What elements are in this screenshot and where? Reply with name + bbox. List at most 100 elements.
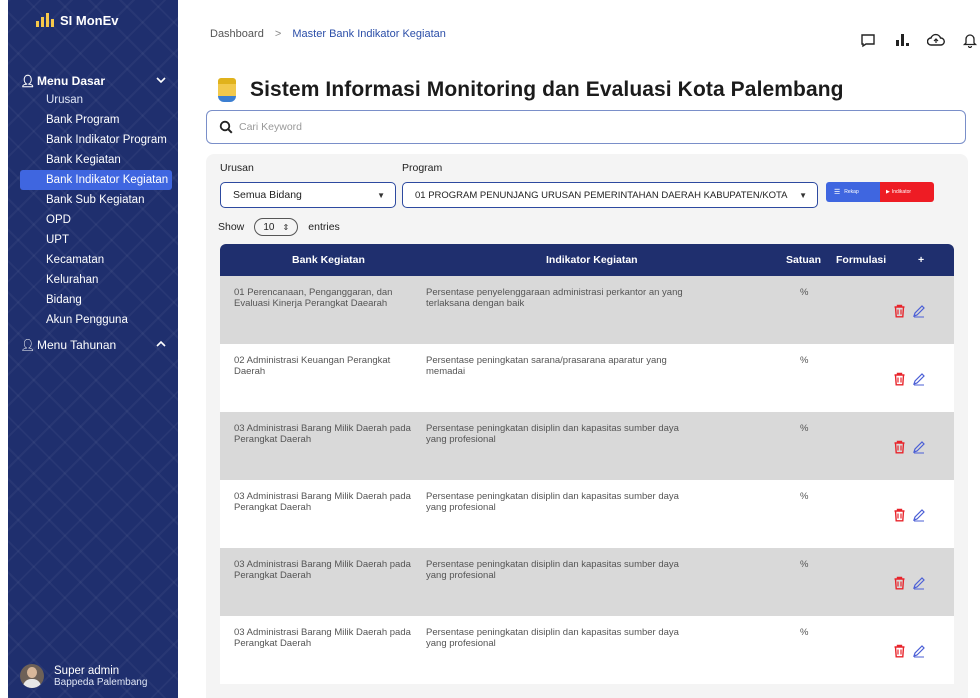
column-bank-kegiatan[interactable]: Bank Kegiatan (292, 254, 365, 266)
column-satuan[interactable]: Satuan (786, 254, 821, 266)
chevron-down-icon (156, 76, 166, 87)
menu-dasar-items: Urusan Bank Program Bank Indikator Progr… (8, 90, 178, 330)
updown-icon: ⇕ (282, 222, 290, 232)
sidebar-item-upt[interactable]: UPT (8, 230, 178, 250)
menu-dasar-icon: 👤︎ (20, 74, 36, 88)
list-icon: ☰ (834, 189, 841, 196)
brand-title: SI MonEv (60, 12, 119, 28)
cell-satuan: % (800, 491, 809, 502)
search-input[interactable] (239, 121, 939, 133)
data-panel: Urusan Semua Bidang ▼ Program 01 PROGRAM… (206, 154, 968, 698)
table-row: 03 Administrasi Barang Milik Daerah pada… (220, 616, 954, 684)
row-actions (892, 304, 932, 318)
brand[interactable]: SI MonEv (8, 0, 178, 40)
urusan-label: Urusan (220, 162, 254, 174)
trash-icon[interactable] (892, 576, 906, 590)
indikator-button[interactable]: ▶ Indikator (880, 182, 934, 202)
avatar (20, 664, 44, 688)
edit-icon[interactable] (912, 644, 926, 658)
cell-indikator-kegiatan: Persentase peningkatan disiplin dan kapa… (426, 491, 679, 513)
indikator-label: Indikator (891, 189, 912, 195)
entries-value: 10 (263, 221, 275, 233)
user-info: Super admin Bappeda Palembang (54, 665, 147, 688)
cell-indikator-kegiatan: Persentase peningkatan disiplin dan kapa… (426, 559, 679, 581)
user-org: Bappeda Palembang (54, 676, 148, 688)
data-table: Bank Kegiatan Indikator Kegiatan Satuan … (220, 244, 954, 684)
row-actions (892, 440, 932, 454)
sidebar-item-bank-sub-kegiatan[interactable]: Bank Sub Kegiatan (8, 190, 178, 210)
table-row: 03 Administrasi Barang Milik Daerah pada… (220, 412, 954, 480)
cell-bank-kegiatan: 03 Administrasi Barang Milik Daerah pada… (234, 423, 411, 445)
entries-select[interactable]: 10 ⇕ (254, 218, 299, 236)
breadcrumb: Dashboard > Master Bank Indikator Kegiat… (210, 28, 446, 40)
user-profile[interactable]: Super admin Bappeda Palembang (20, 664, 147, 688)
menu-tahunan-toggle[interactable]: 👤︎ Menu Tahunan (8, 336, 178, 354)
cell-satuan: % (800, 559, 809, 570)
cloud-icon[interactable] (926, 30, 946, 50)
sidebar-item-bank-indikator-kegiatan[interactable]: Bank Indikator Kegiatan (20, 170, 172, 190)
sidebar-item-opd[interactable]: OPD (8, 210, 178, 230)
sidebar-item-bank-program[interactable]: Bank Program (8, 110, 178, 130)
table-row: 03 Administrasi Barang Milik Daerah pada… (220, 548, 954, 616)
rekap-label: Rekap (844, 189, 859, 195)
sidebar-item-kecamatan[interactable]: Kecamatan (8, 250, 178, 270)
edit-icon[interactable] (912, 576, 926, 590)
search-bar (206, 110, 966, 144)
trash-icon[interactable] (892, 644, 906, 658)
edit-icon[interactable] (912, 304, 926, 318)
menu-dasar-toggle[interactable]: 👤︎ Menu Dasar (8, 72, 178, 90)
urusan-select[interactable]: Semua Bidang ▼ (220, 182, 396, 208)
edit-icon[interactable] (912, 508, 926, 522)
trash-icon[interactable] (892, 304, 906, 318)
search-icon (219, 120, 233, 134)
main-content: Sistem Informasi Monitoring dan Evaluasi… (178, 58, 980, 698)
sidebar-item-urusan[interactable]: Urusan (8, 90, 178, 110)
page-heading: Sistem Informasi Monitoring dan Evaluasi… (250, 78, 844, 101)
rekap-button[interactable]: ☰ Rekap (826, 182, 880, 202)
cell-satuan: % (800, 423, 809, 434)
table-row: 02 Administrasi Keuangan Perangkat Daera… (220, 344, 954, 412)
program-select[interactable]: 01 PROGRAM PENUNJANG URUSAN PEMERINTAHAN… (402, 182, 818, 208)
urusan-value: Semua Bidang (233, 189, 302, 201)
program-label: Program (402, 162, 443, 174)
chevron-up-icon (156, 340, 166, 351)
bell-icon[interactable] (960, 30, 980, 50)
trash-icon[interactable] (892, 440, 906, 454)
sidebar-item-bidang[interactable]: Bidang (8, 290, 178, 310)
menu-dasar-label: Menu Dasar (37, 74, 106, 88)
chart-icon[interactable] (892, 30, 912, 50)
breadcrumb-dashboard[interactable]: Dashboard (210, 28, 264, 40)
cell-bank-kegiatan: 03 Administrasi Barang Milik Daerah pada… (234, 627, 411, 649)
sidebar-item-bank-kegiatan[interactable]: Bank Kegiatan (8, 150, 178, 170)
cell-indikator-kegiatan: Persentase peningkatan disiplin dan kapa… (426, 627, 679, 649)
chat-icon[interactable] (858, 30, 878, 50)
trash-icon[interactable] (892, 508, 906, 522)
cell-indikator-kegiatan: Persentase penyelenggaraan administrasi … (426, 287, 683, 309)
trash-icon[interactable] (892, 372, 906, 386)
page-title: Sistem Informasi Monitoring dan Evaluasi… (218, 78, 844, 102)
row-actions (892, 508, 932, 522)
table-header: Bank Kegiatan Indikator Kegiatan Satuan … (220, 244, 954, 276)
breadcrumb-current[interactable]: Master Bank Indikator Kegiatan (292, 28, 445, 40)
sidebar-item-akun-pengguna[interactable]: Akun Pengguna (8, 310, 178, 330)
cell-bank-kegiatan: 03 Administrasi Barang Milik Daerah pada… (234, 559, 411, 581)
cell-satuan: % (800, 287, 809, 298)
sidebar-item-bank-indikator-program[interactable]: Bank Indikator Program (8, 130, 178, 150)
table-row: 01 Perencanaan, Penganggaran, dan Evalua… (220, 276, 954, 344)
cell-indikator-kegiatan: Persentase peningkatan sarana/prasarana … (426, 355, 667, 377)
sidebar-item-kelurahan[interactable]: Kelurahan (8, 270, 178, 290)
edit-icon[interactable] (912, 372, 926, 386)
cell-indikator-kegiatan: Persentase peningkatan disiplin dan kapa… (426, 423, 679, 445)
edit-icon[interactable] (912, 440, 926, 454)
row-actions (892, 644, 932, 658)
palembang-crest-icon (218, 78, 236, 102)
cell-satuan: % (800, 627, 809, 638)
add-row-button[interactable]: + (918, 254, 924, 266)
column-formulasi[interactable]: Formulasi (836, 254, 886, 266)
cell-bank-kegiatan: 01 Perencanaan, Penganggaran, dan Evalua… (234, 287, 393, 309)
show-entries: Show 10 ⇕ entries (218, 218, 340, 236)
row-actions (892, 372, 932, 386)
menu-tahunan-icon: 👤︎ (20, 338, 36, 352)
column-indikator-kegiatan[interactable]: Indikator Kegiatan (546, 254, 638, 266)
bar-chart-logo-icon (36, 13, 54, 27)
